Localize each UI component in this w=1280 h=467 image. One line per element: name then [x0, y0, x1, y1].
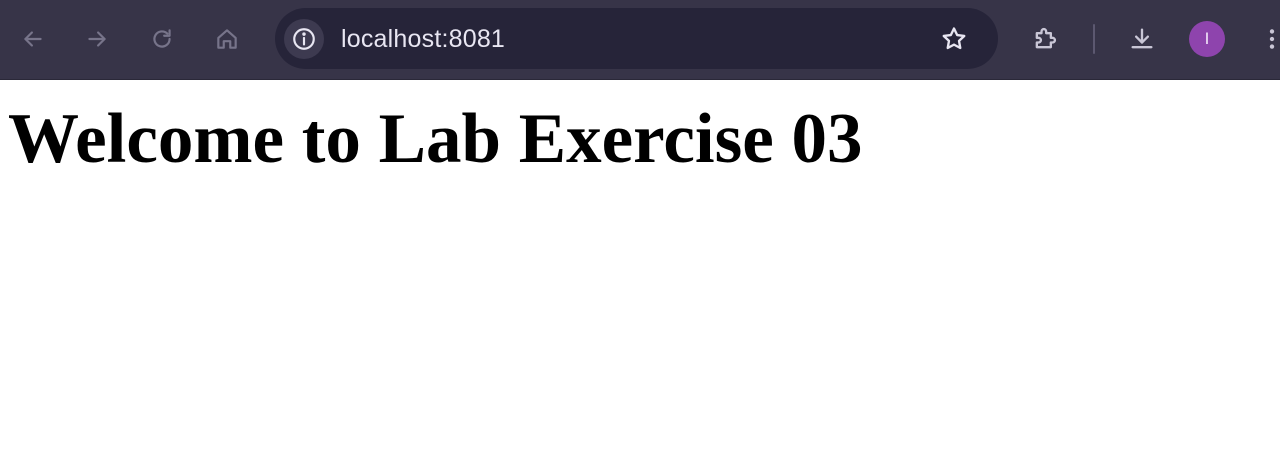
reload-button[interactable]	[143, 20, 181, 58]
home-icon	[217, 29, 237, 49]
page-heading: Welcome to Lab Exercise 03	[8, 100, 863, 178]
toolbar-divider	[1093, 24, 1095, 54]
menu-button[interactable]	[1253, 20, 1280, 58]
reload-icon	[153, 29, 171, 48]
info-icon	[293, 28, 315, 50]
forward-button[interactable]	[78, 20, 116, 58]
browser-toolbar: localhost:8081 I	[0, 0, 1280, 80]
kebab-menu-icon	[1269, 29, 1275, 49]
site-info-button[interactable]	[284, 19, 324, 59]
extensions-button[interactable]	[1026, 20, 1064, 58]
star-icon	[942, 27, 966, 50]
profile-avatar[interactable]: I	[1189, 21, 1225, 57]
url-text[interactable]: localhost:8081	[341, 25, 505, 53]
address-bar[interactable]: localhost:8081	[275, 8, 998, 69]
back-arrow-icon	[24, 31, 42, 47]
page-content: Welcome to Lab Exercise 03	[0, 81, 1280, 467]
home-button[interactable]	[208, 20, 246, 58]
bookmark-button[interactable]	[935, 20, 973, 58]
forward-arrow-icon	[88, 31, 106, 47]
downloads-button[interactable]	[1123, 20, 1161, 58]
puzzle-icon	[1035, 27, 1057, 49]
download-icon	[1131, 28, 1153, 49]
back-button[interactable]	[14, 20, 52, 58]
